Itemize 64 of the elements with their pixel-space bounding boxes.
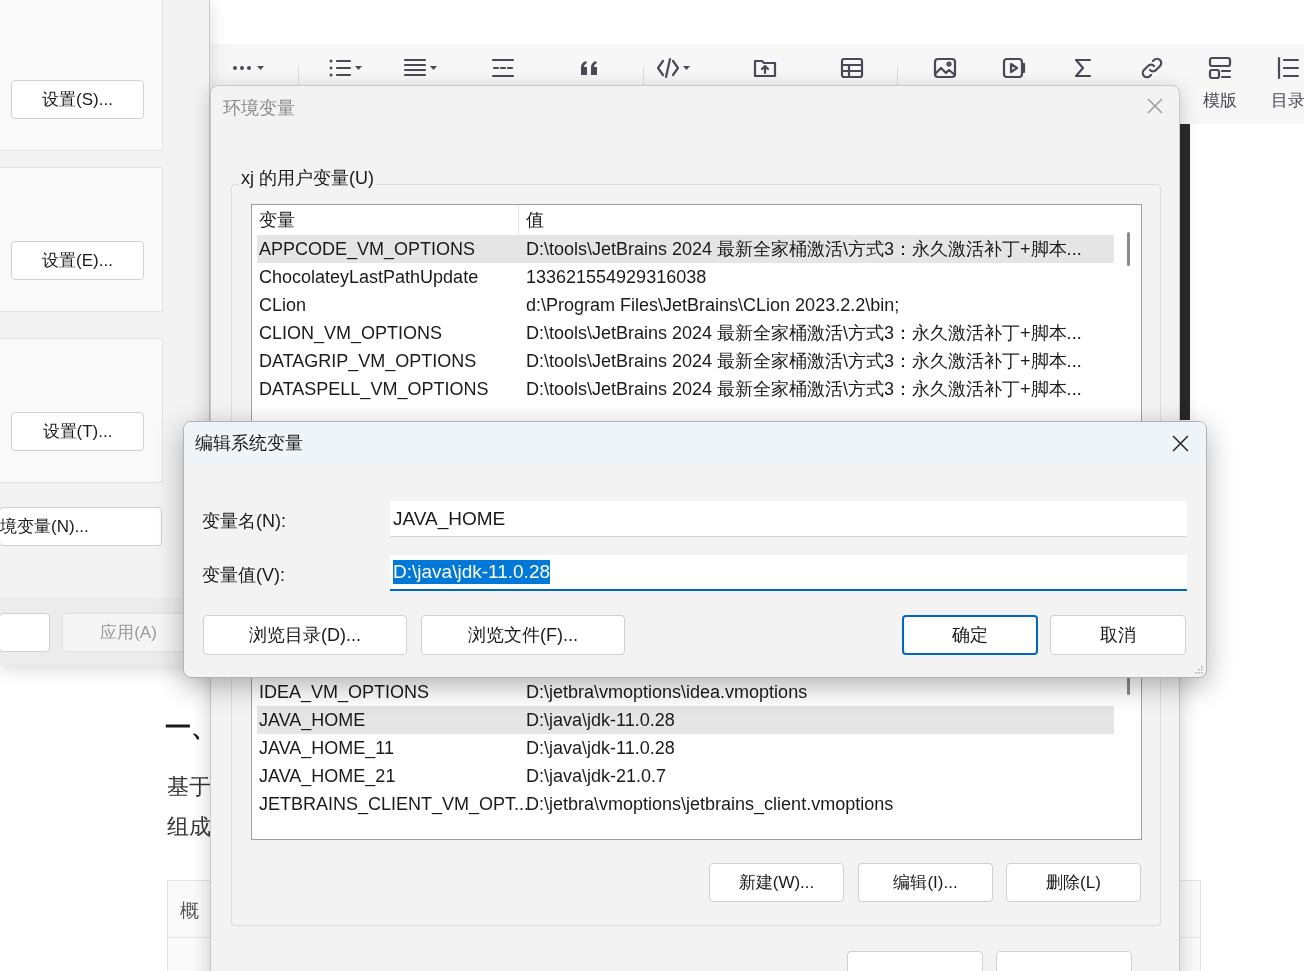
- table-cell-text: 概: [180, 899, 199, 923]
- list-row[interactable]: CLION_VM_OPTIONS D:\tools\JetBrains 2024 最新全家桶激活\方式3：永久激活补丁+脚本...: [257, 319, 1114, 347]
- scrollbar-thumb[interactable]: [1127, 232, 1130, 266]
- variable-value: D:\tools\JetBrains 2024 最新全家桶激活\方式3：永久激活补丁+脚本...: [525, 321, 1082, 345]
- toc-button[interactable]: 目录: [1268, 56, 1304, 114]
- scrollbar-thumb[interactable]: [1127, 677, 1130, 695]
- variable-value: D:\tools\JetBrains 2024 最新全家桶激活\方式3：永久激活补丁+脚本...: [525, 237, 1082, 261]
- list-row[interactable]: JETBRAINS_CLIENT_VM_OPT...D:\jetbra\vmoptions\jetbrains_client.vmoptions: [257, 790, 1114, 818]
- settings-button[interactable]: 设置(T)...: [11, 412, 144, 451]
- variable-name: JAVA_HOME_11: [258, 736, 396, 761]
- list-row[interactable]: IDEA_VM_OPTIONS D:\jetbra\vmoptions\idea.vmoptions: [257, 678, 1114, 706]
- environment-variables-button[interactable]: 境变量(N)...: [0, 507, 162, 546]
- list-action-button[interactable]: 删除(L): [1006, 863, 1141, 902]
- list-row[interactable]: JAVA_HOME_21 D:\java\jdk-21.0.7: [257, 762, 1114, 790]
- close-icon[interactable]: [1172, 434, 1189, 452]
- dialog-button[interactable]: 浏览文件(F)...: [421, 615, 625, 655]
- column-header: 值: [525, 208, 545, 232]
- window-title: 环境变量: [223, 97, 295, 120]
- field-label: 变量名(N):: [202, 509, 287, 533]
- variable-value: D:\jetbra\vmoptions\jetbrains_client.vmoptions: [526, 792, 894, 817]
- more-icon: [232, 65, 252, 71]
- variable-value: 133621554929316038: [525, 265, 707, 289]
- resize-grip-icon[interactable]: [1193, 664, 1203, 674]
- list-action-button[interactable]: 编辑(I)...: [858, 863, 993, 902]
- list-row[interactable]: CLion d:\Program Files\JetBrains\CLion 2023.2.2\bin;: [257, 291, 1114, 319]
- heading: 一、: [165, 711, 217, 744]
- variable-name: APPCODE_VM_OPTIONS: [258, 237, 477, 262]
- variable-value: D:\tools\JetBrains 2024 最新全家桶激活\方式3：永久激活补丁+脚本...: [525, 349, 1082, 373]
- list-row[interactable]: DATASPELL_VM_OPTIONS D:\tools\JetBrains 2024 最新全家桶激活\方式3：永久激活补丁+脚本...: [257, 375, 1114, 403]
- dialog-button[interactable]: 取消: [1050, 615, 1186, 655]
- input-field[interactable]: JAVA_HOME: [390, 501, 1187, 537]
- variable-name: ChocolateyLastPathUpdate: [258, 265, 480, 289]
- paragraph-text: 组成: [167, 813, 211, 841]
- dialog-button[interactable]: 浏览目录(D)...: [203, 615, 407, 655]
- dialog-button[interactable]: 确定: [902, 615, 1038, 655]
- template-icon: [1208, 56, 1232, 80]
- field-label: 变量值(V):: [202, 563, 286, 587]
- variable-name: DATASPELL_VM_OPTIONS: [258, 377, 490, 402]
- variable-value: d:\Program Files\JetBrains\CLion 2023.2.2\bin;: [525, 293, 900, 317]
- window-title: 编辑系统变量: [195, 431, 303, 455]
- input-field[interactable]: D:\java\jdk-11.0.28: [390, 555, 1187, 591]
- variable-name: DATAGRIP_VM_OPTIONS: [258, 349, 478, 374]
- variable-name: CLION_VM_OPTIONS: [258, 321, 444, 346]
- paragraph-text: 基于: [167, 773, 211, 801]
- variable-name: JAVA_HOME_21: [258, 764, 397, 789]
- list-icon: [1276, 56, 1300, 80]
- variable-name: IDEA_VM_OPTIONS: [258, 680, 431, 705]
- variable-value: D:\jetbra\vmoptions\idea.vmoptions: [525, 680, 808, 704]
- code-icon: [656, 56, 680, 80]
- variable-value: D:\java\jdk-21.0.7: [525, 764, 667, 788]
- variable-name: CLion: [258, 293, 308, 317]
- settings-button[interactable]: 设置(S)...: [11, 80, 144, 119]
- variable-name: JAVA_HOME: [258, 708, 367, 733]
- variable-value: D:\java\jdk-11.0.28: [525, 736, 675, 760]
- variable-value: D:\tools\JetBrains 2024 最新全家桶激活\方式3：永久激活补丁+脚本...: [525, 377, 1082, 401]
- list-row[interactable]: DATAGRIP_VM_OPTIONS D:\tools\JetBrains 2024 最新全家桶激活\方式3：永久激活补丁+脚本...: [257, 347, 1114, 375]
- list-row[interactable]: ChocolateyLastPathUpdate 133621554929316038: [257, 263, 1114, 291]
- template-button[interactable]: 模版: [1200, 56, 1240, 114]
- list-row[interactable]: JAVA_HOME_11 D:\java\jdk-11.0.28: [257, 734, 1114, 762]
- list-row[interactable]: JAVA_HOME D:\java\jdk-11.0.28: [257, 706, 1114, 734]
- list-row[interactable]: APPCODE_VM_OPTIONS D:\tools\JetBrains 2024 最新全家桶激活\方式3：永久激活补丁+脚本...: [257, 235, 1114, 263]
- list-action-button[interactable]: 新建(W)...: [709, 863, 844, 902]
- settings-button[interactable]: 设置(E)...: [11, 241, 144, 280]
- variable-value: D:\java\jdk-11.0.28: [525, 708, 675, 732]
